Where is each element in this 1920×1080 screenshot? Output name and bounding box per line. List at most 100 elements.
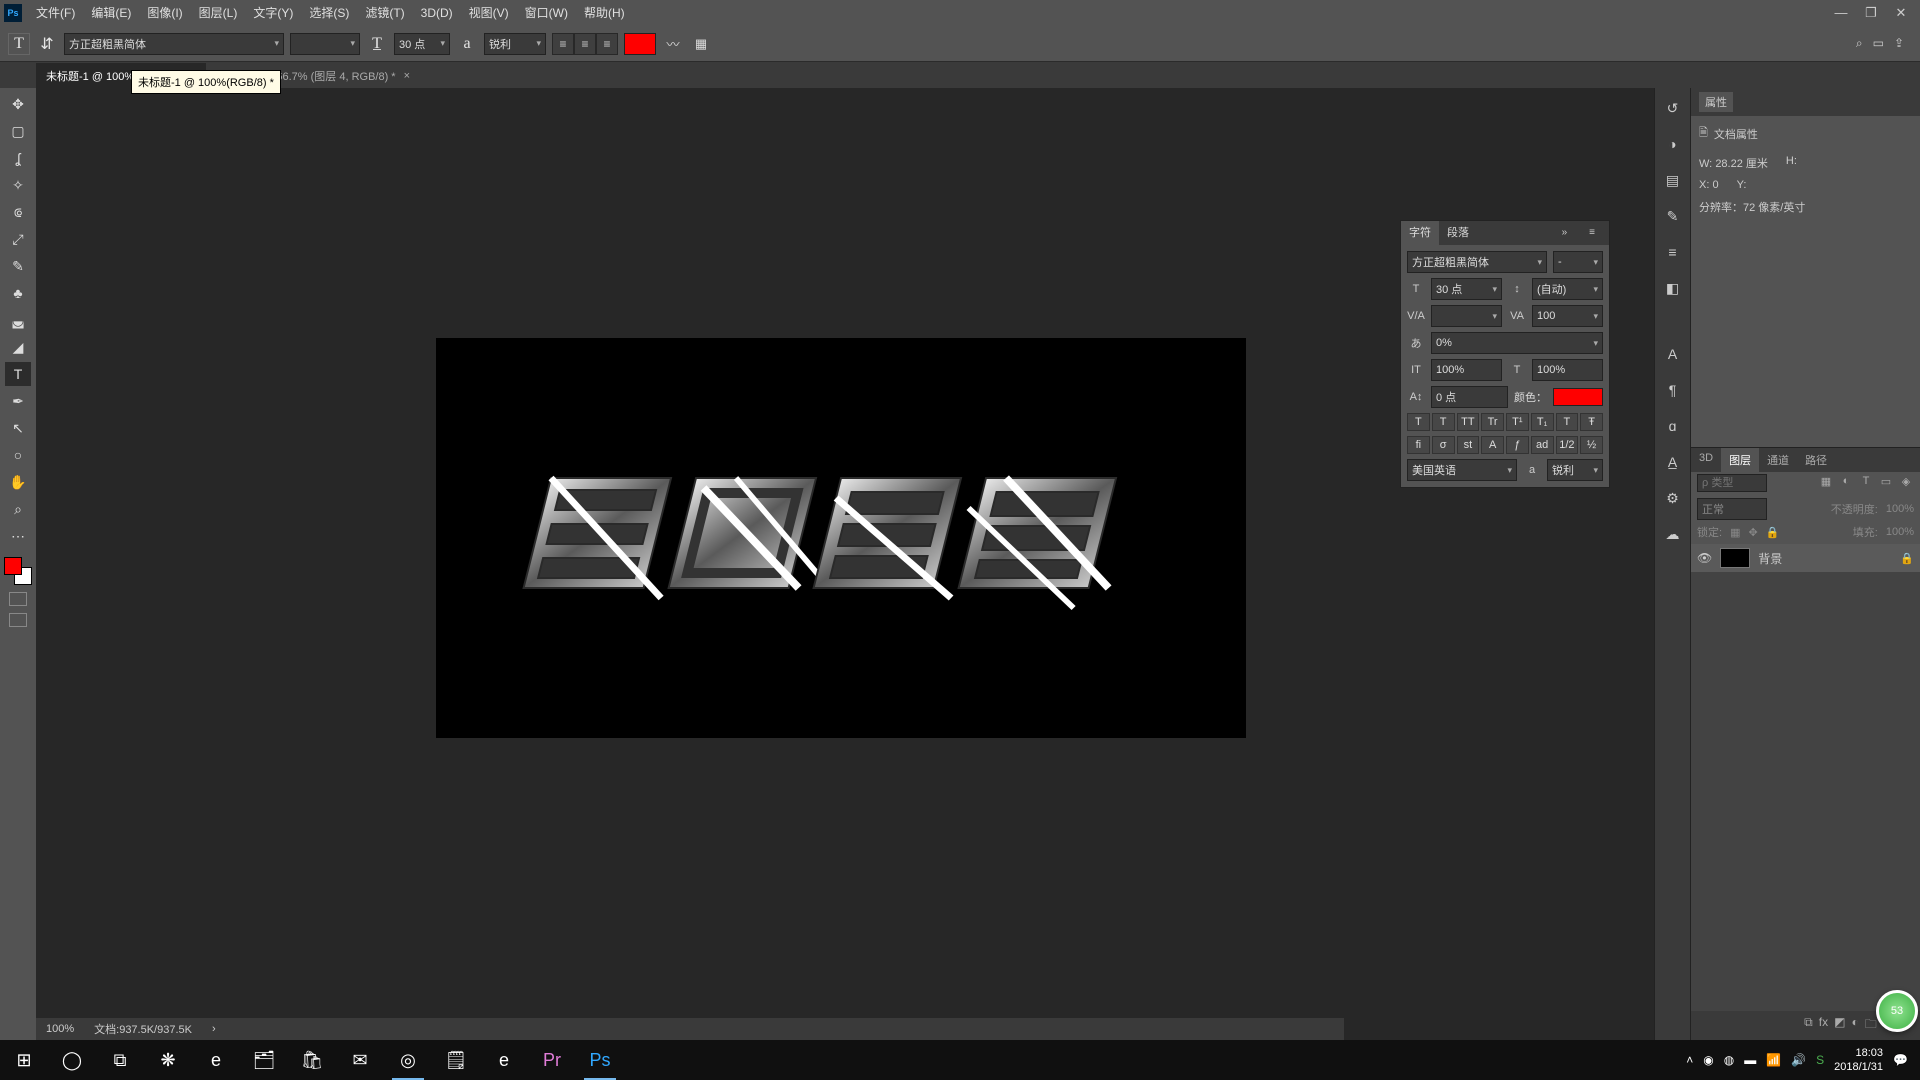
properties-panel-header[interactable]: 属性 (1691, 88, 1920, 116)
more-tools[interactable]: ⋯ (5, 524, 31, 548)
char-baseline-input[interactable]: 0 点 (1431, 386, 1508, 408)
app-photoshop-icon[interactable]: Ps (576, 1040, 624, 1080)
menu-file[interactable]: 文件(F) (28, 0, 83, 26)
antialias-dropdown[interactable]: 锐利▾ (484, 33, 546, 55)
quickmask-toggle[interactable] (9, 592, 27, 606)
color-panel-icon[interactable]: ◑ (1661, 132, 1685, 156)
collapse-icon[interactable]: » (1554, 221, 1576, 245)
app-explorer-icon[interactable]: 🗂 (240, 1040, 288, 1080)
pen-tool[interactable]: ✒ (5, 389, 31, 413)
tray-notifications-icon[interactable]: 💬 (1893, 1053, 1908, 1067)
magic-wand-tool[interactable]: ✧ (5, 173, 31, 197)
panel-menu-icon[interactable]: ≡ (1581, 221, 1603, 245)
close-icon[interactable]: × (404, 70, 410, 82)
tray-app-icon[interactable]: ◍ (1724, 1053, 1734, 1067)
gradient-tool[interactable]: ◢ (5, 335, 31, 359)
crop-tool[interactable]: ⟃ (5, 200, 31, 224)
eraser-tool[interactable]: ◛ (5, 308, 31, 332)
assistant-badge[interactable]: 53 (1876, 990, 1918, 1032)
menu-type[interactable]: 文字(Y) (245, 0, 301, 26)
brush-tool[interactable]: ✎ (5, 254, 31, 278)
search-icon[interactable]: ⌕ (1856, 36, 1863, 51)
app-store-icon[interactable]: 🛍 (288, 1040, 336, 1080)
layer-name[interactable]: 背景 (1758, 550, 1782, 567)
filter-shape-icon[interactable]: ▭ (1878, 475, 1894, 491)
tray-security-icon[interactable]: ◉ (1703, 1053, 1713, 1067)
menu-filter[interactable]: 滤镜(T) (357, 0, 412, 26)
ot-titling[interactable]: ad (1531, 436, 1554, 454)
type-orientation-icon[interactable]: ⇵ (36, 33, 58, 55)
subscript-button[interactable]: T₁ (1531, 413, 1554, 431)
menu-edit[interactable]: 编辑(E) (83, 0, 139, 26)
underline-button[interactable]: T (1556, 413, 1579, 431)
menu-layer[interactable]: 图层(L) (191, 0, 246, 26)
paragraph-panel-icon[interactable]: ¶ (1661, 378, 1685, 402)
shape-tool[interactable]: ○ (5, 443, 31, 467)
menu-3d[interactable]: 3D(D) (413, 0, 461, 26)
allcaps-button[interactable]: TT (1457, 413, 1480, 431)
lock-position-icon[interactable]: ✥ (1748, 526, 1757, 539)
history-panel-icon[interactable]: ↺ (1661, 96, 1685, 120)
char-font-dropdown[interactable]: 方正超粗黑简体▾ (1407, 251, 1547, 273)
screenmode-toggle[interactable] (9, 613, 27, 627)
doc-size[interactable]: 文档:937.5K/937.5K (94, 1021, 192, 1037)
ot-swash[interactable]: A (1481, 436, 1504, 454)
app-premiere-icon[interactable]: Pr (528, 1040, 576, 1080)
lasso-tool[interactable]: ʆ (5, 146, 31, 170)
glyphs-panel-icon[interactable]: ɑ (1661, 414, 1685, 438)
menu-window[interactable]: 窗口(W) (517, 0, 576, 26)
app-360browser-icon[interactable]: ◎ (384, 1040, 432, 1080)
link-layers-icon[interactable]: ⧉ (1804, 1015, 1813, 1036)
type-tool[interactable]: T (5, 362, 31, 386)
char-color-swatch[interactable] (1553, 388, 1603, 406)
ot-ordinals[interactable]: 1/2 (1556, 436, 1579, 454)
tab-character[interactable]: 字符 (1401, 221, 1439, 245)
zoom-level[interactable]: 100% (46, 1023, 74, 1035)
window-restore-icon[interactable]: ❐ (1856, 5, 1886, 21)
visibility-toggle-icon[interactable]: 👁 (1697, 551, 1712, 565)
char-hscale-input[interactable]: 100% (1532, 359, 1603, 381)
layer-row-background[interactable]: 👁 背景 🔒 (1691, 544, 1920, 572)
font-family-dropdown[interactable]: 方正超粗黑简体▾ (64, 33, 284, 55)
menu-view[interactable]: 视图(V) (461, 0, 517, 26)
app-note-icon[interactable]: 🗒 (432, 1040, 480, 1080)
italic-button[interactable]: T (1432, 413, 1455, 431)
menu-image[interactable]: 图像(I) (139, 0, 190, 26)
artboard[interactable] (436, 338, 1246, 738)
filter-smart-icon[interactable]: ◈ (1898, 475, 1914, 491)
char-pct-dropdown[interactable]: 0%▾ (1431, 332, 1603, 354)
tray-wifi-icon[interactable]: 📶 (1766, 1053, 1781, 1067)
menu-help[interactable]: 帮助(H) (576, 0, 633, 26)
character-panel-icon[interactable]: A (1661, 342, 1685, 366)
ot-fractions[interactable]: ½ (1580, 436, 1603, 454)
tab-paths[interactable]: 路径 (1797, 448, 1835, 472)
window-minimize-icon[interactable]: ― (1826, 5, 1856, 21)
align-left-button[interactable]: ≡ (552, 33, 574, 55)
ot-ligatures[interactable]: fi (1407, 436, 1430, 454)
path-select-tool[interactable]: ↖ (5, 416, 31, 440)
swatches-panel-icon[interactable]: ▤ (1661, 168, 1685, 192)
filter-pixel-icon[interactable]: ▦ (1818, 475, 1834, 491)
filter-adjust-icon[interactable]: ◐ (1838, 475, 1854, 491)
char-leading-dropdown[interactable]: (自动)▾ (1532, 278, 1603, 300)
char-language-dropdown[interactable]: 美国英语▾ (1407, 459, 1517, 481)
adjustments-panel-icon[interactable]: ≡ (1661, 240, 1685, 264)
char-size-dropdown[interactable]: 30 点▾ (1431, 278, 1502, 300)
tray-ime-icon[interactable]: S (1816, 1053, 1824, 1067)
layer-mask-icon[interactable]: ◩ (1834, 1015, 1845, 1036)
blend-mode-dropdown[interactable]: 正常 (1697, 498, 1767, 520)
align-center-button[interactable]: ≡ (574, 33, 596, 55)
actions-panel-icon[interactable]: ⚙ (1661, 486, 1685, 510)
type-tool-icon[interactable]: T (8, 33, 30, 55)
strikethrough-button[interactable]: Ŧ (1580, 413, 1603, 431)
font-style-dropdown[interactable]: ▾ (290, 33, 360, 55)
app-360-icon[interactable]: ❋ (144, 1040, 192, 1080)
align-right-button[interactable]: ≡ (596, 33, 618, 55)
ot-discretionary[interactable]: st (1457, 436, 1480, 454)
color-picker[interactable] (4, 557, 32, 585)
warp-text-icon[interactable]: 〰 (662, 33, 684, 55)
char-kerning-dropdown[interactable]: ▾ (1431, 305, 1502, 327)
stamp-tool[interactable]: ♣ (5, 281, 31, 305)
layer-thumbnail[interactable] (1720, 548, 1750, 568)
char-vscale-input[interactable]: 100% (1431, 359, 1502, 381)
